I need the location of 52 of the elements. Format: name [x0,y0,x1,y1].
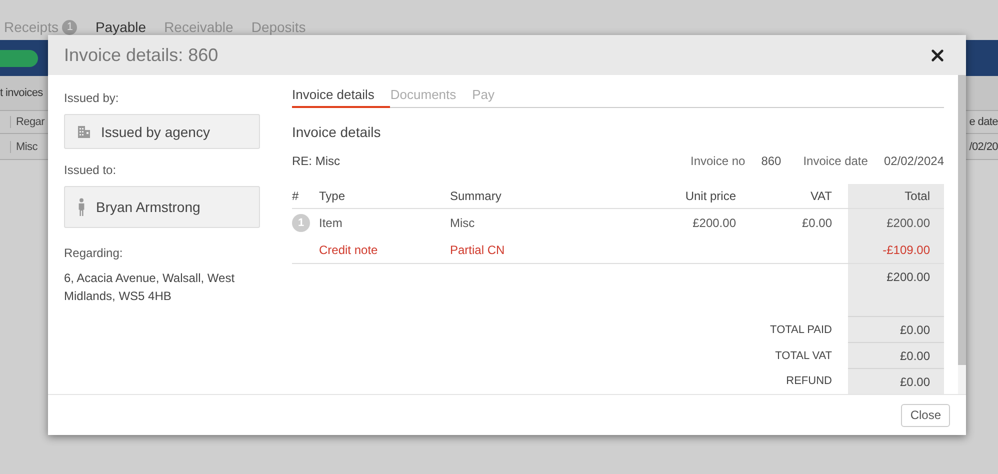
table-cell: /02/20 [969,140,998,152]
column-header: Regar [10,116,44,128]
total-label: TOTAL VAT [775,350,832,362]
meta-label: Invoice no [690,154,746,168]
field-label: Issued to: [64,163,118,177]
field-label: Regarding: [64,246,124,260]
dialog-tab[interactable]: Invoice details [292,87,390,108]
page-tab[interactable]: Deposits [251,17,306,37]
vat-amount: £0.00 [802,216,832,230]
total-value: £0.00 [900,322,930,336]
address-text: 6, Acacia Avenue, Walsall, West Midlands, WS5 4HB [64,270,236,305]
person-icon [77,198,86,216]
close-icon[interactable] [931,48,944,62]
section-heading: Invoice details [292,124,382,140]
subtotal-value: £200.00 [886,270,930,284]
line-total: -£109.00 [882,242,930,256]
total-value: £0.00 [900,374,930,388]
dialog-title: Invoice details: 860 [64,44,218,66]
column-header: e date [969,116,998,128]
table-cell: Misc [10,140,38,152]
column-header: Total [848,184,944,208]
count-badge: 1 [62,20,78,34]
close-button[interactable]: Close [901,404,950,426]
recipient-name: Bryan Armstrong [96,199,200,215]
total-label: TOTAL PAID [770,324,832,336]
scrollbar[interactable] [958,75,966,394]
dialog-tab[interactable]: Pay [472,87,511,107]
meta-value: 860 [761,154,782,168]
meta-label: Invoice date [803,154,868,168]
column-header: Unit price [636,184,744,208]
line-type: Item [319,216,342,230]
list-caption: t invoices [0,87,43,99]
line-type: Credit note [319,242,378,256]
line-total: £200.00 [886,216,930,230]
line-summary: Partial CN [450,242,505,256]
dialog-tab[interactable]: Documents [390,87,472,107]
field-label: Issued by: [64,91,120,105]
meta-value: 02/02/2024 [884,154,944,168]
page-tab[interactable]: Receipts 1 [4,17,78,37]
column-header: Summary [450,184,636,208]
column-header: # [292,184,319,208]
filter-chip[interactable] [0,50,38,66]
reference-text: RE: Misc [292,154,341,168]
total-label: REFUND [786,375,832,388]
page-tab[interactable]: Payable [95,17,146,37]
unit-price: £200.00 [692,216,736,230]
page-tab[interactable]: Receivable [164,17,234,37]
column-header: Type [319,184,450,208]
line-summary: Misc [450,216,475,230]
total-value: £0.00 [900,348,930,362]
building-icon [77,124,91,138]
issuer-name: Issued by agency [101,124,210,140]
